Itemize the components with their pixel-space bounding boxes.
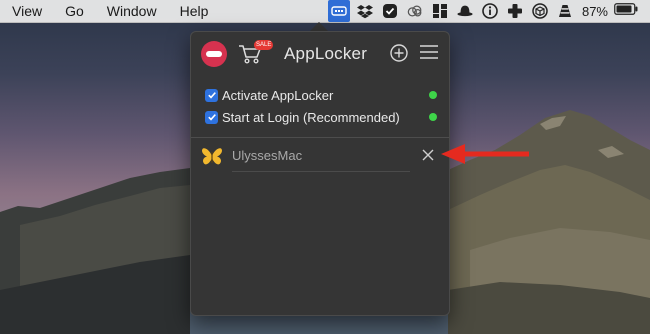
checkmark-icon (207, 92, 216, 99)
battery-percentage: 87% (581, 3, 608, 19)
checkmark-icon (207, 114, 216, 121)
popover-arrow (310, 22, 328, 31)
cube-icon[interactable] (532, 3, 548, 19)
close-icon (422, 149, 434, 161)
applocker-popover: SALE AppLocker Activate AppLocker Start … (190, 31, 450, 316)
remove-app-button[interactable] (421, 148, 435, 162)
locked-app-row: UlyssesMac (199, 144, 444, 176)
plus-icon[interactable] (507, 3, 523, 19)
activate-applocker-row[interactable]: Activate AppLocker (205, 86, 437, 104)
menu-view[interactable]: View (12, 0, 42, 22)
dropbox-icon[interactable] (356, 3, 373, 19)
status-indicator-on (429, 113, 437, 121)
creative-cloud-icon[interactable] (407, 3, 423, 19)
divider (191, 137, 449, 138)
store-cart-button[interactable]: SALE (238, 40, 274, 66)
menu-window[interactable]: Window (107, 0, 157, 22)
popover-header: SALE AppLocker (191, 32, 449, 78)
app-menus: View Go Window Help (0, 0, 218, 22)
hat-icon[interactable] (457, 3, 473, 19)
status-indicator-on (429, 91, 437, 99)
menu-bar: View Go Window Help 87% (0, 0, 650, 23)
applocker-logo-icon (201, 41, 227, 67)
add-icon (390, 44, 408, 62)
info-icon[interactable] (482, 3, 498, 19)
activate-applocker-label: Activate AppLocker (222, 87, 334, 103)
annotation-arrow-icon (441, 144, 529, 164)
battery-icon[interactable] (614, 2, 638, 20)
checkmark-circle-icon[interactable] (382, 3, 398, 19)
start-at-login-label: Start at Login (Recommended) (222, 109, 400, 125)
hamburger-menu-icon (420, 45, 438, 59)
start-at-login-row[interactable]: Start at Login (Recommended) (205, 108, 437, 126)
menu-help[interactable]: Help (180, 0, 209, 22)
app-name-underline (232, 171, 410, 172)
add-app-button[interactable] (389, 43, 409, 63)
start-at-login-checkbox[interactable] (205, 110, 218, 124)
status-tray: 87% (327, 0, 650, 22)
vlc-icon[interactable] (557, 3, 573, 19)
applocker-icon[interactable] (327, 0, 350, 22)
hamburger-menu-button[interactable] (419, 44, 439, 64)
locked-app-name: UlyssesMac (232, 148, 303, 163)
sale-badge: SALE (254, 40, 274, 50)
activate-applocker-checkbox[interactable] (205, 88, 218, 102)
menu-go[interactable]: Go (65, 0, 84, 22)
butterfly-icon (201, 147, 223, 167)
grid-icon[interactable] (432, 3, 448, 19)
app-title: AppLocker (284, 44, 368, 63)
